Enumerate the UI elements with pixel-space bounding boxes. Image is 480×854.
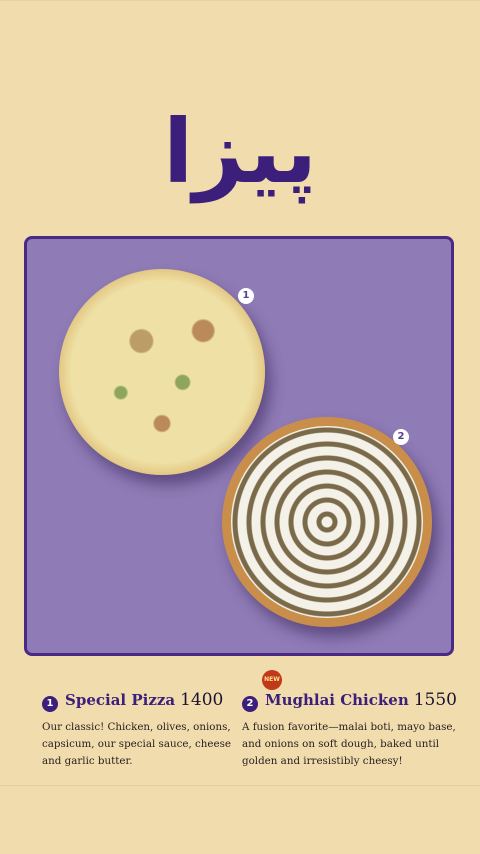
- mughlai-chicken-pizza-image: [222, 417, 432, 627]
- footer-divider: [0, 785, 480, 786]
- menu-title: پیزا: [163, 100, 317, 203]
- item-number-badge: 1: [42, 696, 58, 712]
- item-description: A fusion favorite—malai boti, mayo base,…: [242, 721, 456, 767]
- item-name: Special Pizza: [65, 691, 176, 709]
- new-badge: NEW: [262, 670, 282, 690]
- item-header: 2 Mughlai Chicken 1550: [242, 690, 457, 712]
- item-price: 1400: [180, 690, 224, 710]
- item-description: Our classic! Chicken, olives, onions, ca…: [42, 721, 231, 767]
- special-pizza-image: [59, 269, 265, 475]
- item-price: 1550: [413, 690, 457, 710]
- pizza-marker-1: 1: [238, 288, 254, 304]
- item-number-badge: 2: [242, 696, 258, 712]
- menu-item-special-pizza: 1 Special Pizza 1400 Our classic! Chicke…: [42, 690, 242, 770]
- item-name: Mughlai Chicken: [264, 691, 409, 709]
- menu-item-mughlai-chicken: 2 Mughlai Chicken 1550 A fusion favorite…: [242, 690, 457, 770]
- pizza-image-panel: 1 2: [24, 236, 454, 656]
- pizza-marker-2: 2: [393, 429, 409, 445]
- item-header: 1 Special Pizza 1400: [42, 690, 242, 712]
